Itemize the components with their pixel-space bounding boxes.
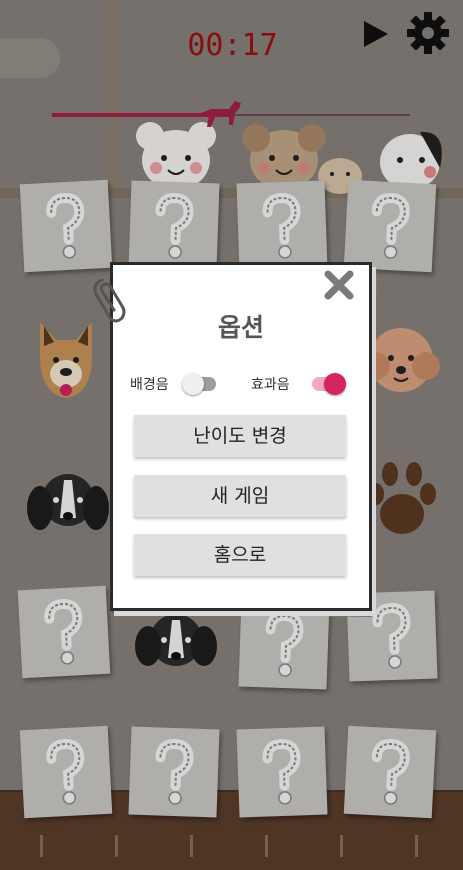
change-difficulty-button[interactable]: 난이도 변경 — [134, 415, 346, 457]
dialog-title: 옵션 — [217, 313, 264, 342]
home-button[interactable]: 홈으로 — [134, 534, 346, 576]
sfx-toggle-knob — [324, 373, 346, 395]
sfx-label: 효과음 — [251, 377, 290, 393]
bgm-toggle[interactable] — [182, 373, 216, 395]
close-icon[interactable] — [320, 266, 358, 304]
sfx-toggle[interactable] — [312, 373, 346, 395]
bgm-label: 배경음 — [130, 377, 169, 393]
new-game-button[interactable]: 새 게임 — [134, 475, 346, 517]
bgm-toggle-knob — [182, 373, 204, 395]
